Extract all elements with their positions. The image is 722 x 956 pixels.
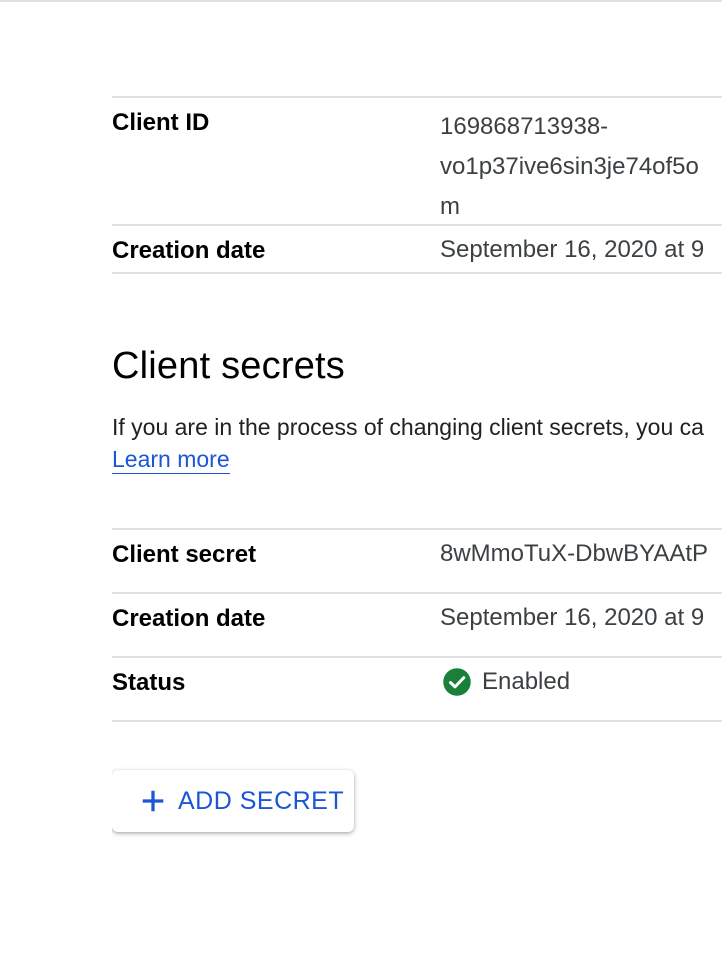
client-id-row: Client ID 169868713938- vo1p37ive6sin3je… xyxy=(112,96,722,224)
creation-date-label: Creation date xyxy=(112,237,266,264)
client-id-line-1: 169868713938- xyxy=(440,113,609,140)
client-secrets-description-text: If you are in the process of changing cl… xyxy=(112,414,704,440)
client-secret-row: Client secret 8wMmoTuX-DbwBYAAtP xyxy=(112,528,722,592)
add-secret-button[interactable]: ADD SECRET xyxy=(112,770,354,832)
add-secret-label: ADD SECRET xyxy=(178,786,345,815)
plus-icon xyxy=(142,790,164,812)
client-id-line-3: m xyxy=(440,193,460,220)
oauth-client-details: Client ID 169868713938- vo1p37ive6sin3je… xyxy=(112,0,722,956)
secret-status-row: Status Enabled xyxy=(112,656,722,722)
secret-creation-date-value: September 16, 2020 at 9 xyxy=(440,604,705,631)
client-secret-table: Client secret 8wMmoTuX-DbwBYAAtP Creatio… xyxy=(112,528,722,722)
secret-status-value: Enabled xyxy=(440,658,722,720)
status-text: Enabled xyxy=(482,668,571,695)
secret-creation-date-row: Creation date September 16, 2020 at 9 xyxy=(112,592,722,656)
client-info-table: Client ID 169868713938- vo1p37ive6sin3je… xyxy=(112,96,722,274)
secret-status-label: Status xyxy=(112,669,186,696)
secret-creation-date-label: Creation date xyxy=(112,605,266,632)
creation-date-value: September 16, 2020 at 9 xyxy=(440,236,705,263)
client-secret-label: Client secret xyxy=(112,541,257,568)
client-creation-date-row: Creation date September 16, 2020 at 9 xyxy=(112,224,722,274)
status-indicator: Enabled xyxy=(440,667,722,697)
client-id-value: 169868713938- vo1p37ive6sin3je74of5o m xyxy=(440,98,722,224)
client-id-label: Client ID xyxy=(112,109,210,136)
client-id-line-2: vo1p37ive6sin3je74of5o xyxy=(440,153,699,180)
client-secrets-heading: Client secrets xyxy=(112,345,345,387)
client-secret-value[interactable]: 8wMmoTuX-DbwBYAAtP xyxy=(440,530,722,592)
client-secrets-description: If you are in the process of changing cl… xyxy=(112,411,704,475)
learn-more-link[interactable]: Learn more xyxy=(112,445,230,474)
check-circle-icon xyxy=(443,668,471,696)
